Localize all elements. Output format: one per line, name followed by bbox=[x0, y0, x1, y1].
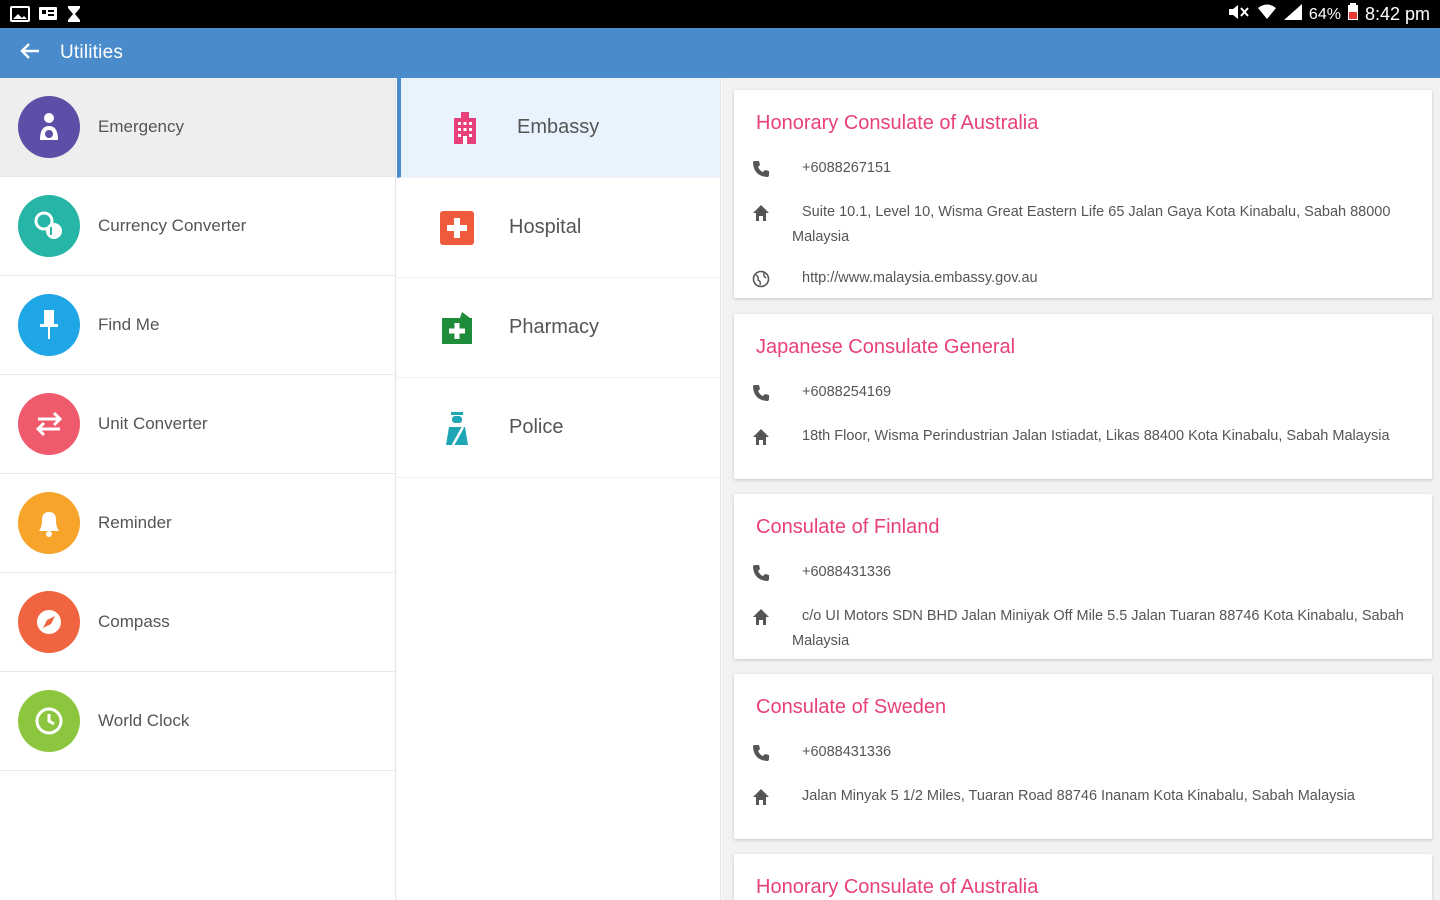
menu-label: Find Me bbox=[98, 315, 160, 334]
menu-item-find-me[interactable]: Find Me bbox=[0, 276, 395, 375]
address-row: Jalan Minyak 5 1/2 Miles, Tuaran Road 88… bbox=[750, 784, 1412, 809]
phone-number: +6088267151 bbox=[802, 160, 892, 176]
address-row: c/o UI Motors SDN BHD Jalan Miniyak Off … bbox=[750, 604, 1412, 654]
globe-icon bbox=[750, 268, 772, 290]
menu-item-unit-converter[interactable]: Unit Converter bbox=[0, 375, 395, 474]
phone-row[interactable]: +6088431336 bbox=[750, 740, 1412, 765]
category-label: Embassy bbox=[517, 116, 600, 138]
page-title: Utilities bbox=[60, 42, 124, 63]
image-icon bbox=[10, 5, 30, 23]
menu-label: Compass bbox=[98, 612, 170, 631]
pin-icon bbox=[18, 294, 80, 356]
address-text: Jalan Minyak 5 1/2 Miles, Tuaran Road 88… bbox=[802, 788, 1355, 804]
menu-item-currency-converter[interactable]: Currency Converter bbox=[0, 177, 395, 276]
embassy-card[interactable]: Consulate of Finland +6088431336 c/o UI … bbox=[734, 494, 1432, 659]
address-text: 18th Floor, Wisma Perindustrian Jalan Is… bbox=[802, 428, 1390, 444]
status-bar: 64% 8:42 pm bbox=[0, 0, 1440, 28]
menu-label: Reminder bbox=[98, 513, 172, 532]
bell-icon bbox=[18, 492, 80, 554]
battery-percent: 64% bbox=[1308, 5, 1341, 23]
phone-icon bbox=[750, 158, 772, 180]
category-label: Hospital bbox=[509, 216, 582, 238]
arrow-left-icon bbox=[19, 41, 41, 66]
clock-time: 8:42 pm bbox=[1364, 4, 1430, 24]
embassy-card[interactable]: Japanese Consulate General +6088254169 1… bbox=[734, 314, 1432, 479]
pharmacy-icon bbox=[435, 306, 479, 350]
back-button[interactable] bbox=[0, 28, 60, 78]
building-icon bbox=[443, 106, 487, 150]
clock-icon bbox=[18, 690, 80, 752]
phone-icon bbox=[750, 742, 772, 764]
home-icon bbox=[750, 202, 772, 224]
phone-icon bbox=[750, 562, 772, 584]
phone-number: +6088254169 bbox=[802, 384, 892, 400]
embassy-name: Honorary Consulate of Australia bbox=[756, 876, 1039, 898]
mute-icon bbox=[1227, 3, 1251, 26]
utilities-menu: Emergency Currency Converter Find Me Uni… bbox=[0, 78, 396, 900]
category-pharmacy[interactable]: Pharmacy bbox=[397, 278, 720, 378]
phone-row[interactable]: +6088254169 bbox=[750, 380, 1412, 405]
menu-item-reminder[interactable]: Reminder bbox=[0, 474, 395, 573]
signal-icon bbox=[1283, 3, 1303, 26]
home-icon bbox=[750, 426, 772, 448]
embassy-list: Honorary Consulate of Australia +6088267… bbox=[722, 78, 1440, 900]
phone-row[interactable]: +6088267151 bbox=[750, 156, 1412, 181]
menu-item-compass[interactable]: Compass bbox=[0, 573, 395, 672]
category-police[interactable]: Police bbox=[397, 378, 720, 478]
currency-icon bbox=[18, 195, 80, 257]
compass-icon bbox=[18, 591, 80, 653]
phone-icon bbox=[750, 382, 772, 404]
address-row: Suite 10.1, Level 10, Wisma Great Easter… bbox=[750, 200, 1412, 250]
embassy-card[interactable]: Honorary Consulate of Australia bbox=[734, 854, 1432, 900]
category-embassy[interactable]: Embassy bbox=[397, 78, 720, 178]
swap-icon bbox=[18, 393, 80, 455]
embassy-card[interactable]: Honorary Consulate of Australia +6088267… bbox=[734, 90, 1432, 298]
menu-label: Emergency bbox=[98, 117, 184, 136]
website-row[interactable]: http://www.malaysia.embassy.gov.au bbox=[750, 266, 1412, 291]
category-label: Police bbox=[509, 416, 564, 438]
embassy-card[interactable]: Consulate of Sweden +6088431336 Jalan Mi… bbox=[734, 674, 1432, 839]
address-text: Suite 10.1, Level 10, Wisma Great Easter… bbox=[792, 204, 1391, 245]
battery-icon bbox=[1347, 3, 1359, 26]
emergency-icon bbox=[18, 96, 80, 158]
embassy-name: Consulate of Sweden bbox=[756, 696, 947, 718]
message-icon bbox=[38, 5, 58, 23]
menu-item-emergency[interactable]: Emergency bbox=[0, 78, 395, 177]
home-icon bbox=[750, 786, 772, 808]
category-hospital[interactable]: Hospital bbox=[397, 178, 720, 278]
hospital-icon bbox=[435, 206, 479, 250]
category-list: Embassy Hospital Pharmacy Police bbox=[397, 78, 721, 900]
address-text: c/o UI Motors SDN BHD Jalan Miniyak Off … bbox=[792, 608, 1404, 649]
phone-number: +6088431336 bbox=[802, 744, 892, 760]
phone-row[interactable]: +6088431336 bbox=[750, 560, 1412, 585]
wifi-icon bbox=[1257, 3, 1277, 26]
phone-number: +6088431336 bbox=[802, 564, 892, 580]
police-icon bbox=[435, 406, 479, 450]
embassy-name: Honorary Consulate of Australia bbox=[756, 112, 1039, 134]
category-label: Pharmacy bbox=[509, 316, 600, 338]
home-icon bbox=[750, 606, 772, 628]
hourglass-icon bbox=[66, 5, 86, 23]
menu-label: Unit Converter bbox=[98, 414, 208, 433]
menu-label: World Clock bbox=[98, 711, 190, 730]
menu-item-world-clock[interactable]: World Clock bbox=[0, 672, 395, 771]
address-row: 18th Floor, Wisma Perindustrian Jalan Is… bbox=[750, 424, 1412, 449]
app-toolbar: Utilities bbox=[0, 28, 1440, 78]
menu-label: Currency Converter bbox=[98, 216, 247, 235]
embassy-name: Consulate of Finland bbox=[756, 516, 940, 538]
embassy-name: Japanese Consulate General bbox=[756, 336, 1016, 358]
website-link[interactable]: http://www.malaysia.embassy.gov.au bbox=[802, 266, 1412, 291]
